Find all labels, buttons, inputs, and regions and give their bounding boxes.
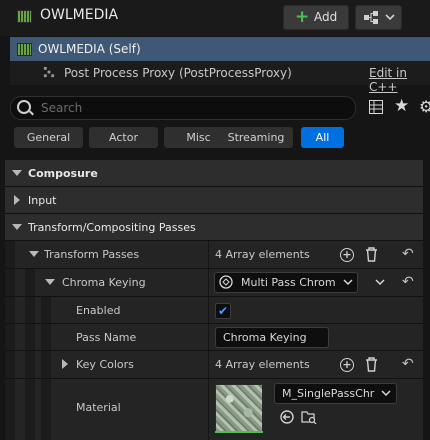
filter-general[interactable]: General	[14, 127, 83, 148]
chevron-down-icon[interactable]	[375, 279, 385, 287]
property-label: Key Colors	[76, 358, 134, 371]
search-input[interactable]	[39, 99, 343, 117]
material-dropdown[interactable]: M_SinglePassChr	[274, 383, 397, 404]
indent-guide	[41, 379, 51, 440]
indent-guide	[5, 324, 15, 350]
trash-icon[interactable]	[365, 357, 378, 372]
reset-arrow-icon[interactable]: ↶	[402, 356, 414, 372]
add-button-label: Add	[314, 10, 338, 24]
gear-icon[interactable]: ⚙	[419, 97, 430, 116]
category-label: Transform/Compositing Passes	[28, 221, 196, 234]
indent-guide	[41, 297, 51, 323]
column-divider[interactable]	[208, 241, 209, 268]
filter-all[interactable]: All	[301, 127, 344, 148]
column-divider[interactable]	[208, 379, 209, 440]
property-material: Material M_SinglePassChr	[5, 379, 423, 440]
column-divider[interactable]	[208, 324, 209, 350]
post-process-icon	[43, 66, 55, 78]
category-label: Input	[28, 194, 57, 207]
array-count: 4 Array elements	[215, 358, 310, 371]
chevron-down-icon[interactable]	[45, 279, 55, 287]
reset-arrow-icon[interactable]: ↶	[402, 246, 414, 262]
indent-guide	[5, 379, 15, 440]
indent-guide	[25, 269, 35, 296]
property-key-colors: Key Colors 4 Array elements + ↶	[5, 351, 423, 379]
tree-item-label: Post Process Proxy (PostProcessProxy)	[64, 66, 292, 80]
category-label: Composure	[28, 167, 98, 180]
pass-class-dropdown[interactable]: Multi Pass Chrom	[214, 272, 358, 293]
table-view-icon[interactable]	[369, 100, 383, 114]
column-divider[interactable]	[208, 351, 209, 378]
edit-in-cpp-link[interactable]: Edit in C++	[369, 66, 430, 94]
indent-guide	[25, 379, 35, 440]
asset-type-bar	[215, 431, 263, 433]
dropdown-value: Multi Pass Chrom	[241, 276, 336, 289]
property-label: Enabled	[76, 304, 121, 317]
property-label: Pass Name	[76, 331, 137, 344]
star-icon[interactable]: ★	[394, 96, 409, 116]
browse-folder-icon[interactable]	[301, 410, 317, 424]
page-title: OWLMEDIA	[40, 7, 119, 23]
asset-class-icon	[219, 275, 233, 289]
reset-arrow-icon[interactable]: ↶	[402, 274, 414, 290]
add-button[interactable]: + Add	[283, 5, 349, 30]
indent-guide	[25, 351, 35, 378]
plus-icon: +	[295, 7, 310, 27]
use-selected-icon[interactable]	[280, 410, 294, 424]
property-transform-passes: Transform Passes 4 Array elements + ↶	[5, 241, 423, 269]
indent-guide	[5, 297, 15, 323]
film-icon	[17, 10, 32, 23]
chevron-down-icon	[381, 390, 391, 397]
pass-name-value: Chroma Keying	[223, 331, 307, 344]
dropdown-value: M_SinglePassChr	[282, 387, 375, 400]
tree-item-self[interactable]: OWLMEDIA (Self)	[10, 37, 430, 61]
indent-guide	[41, 324, 51, 350]
chevron-down-icon	[12, 170, 22, 176]
column-divider[interactable]	[208, 269, 209, 296]
search-box[interactable]	[10, 96, 356, 120]
indent-guide	[25, 297, 35, 323]
chevron-right-icon[interactable]	[62, 359, 70, 369]
chevron-down-icon	[385, 14, 395, 21]
indent-guide	[5, 351, 15, 378]
category-composure[interactable]: Composure	[5, 160, 423, 187]
category-transform-compositing[interactable]: Transform/Compositing Passes	[5, 214, 423, 241]
property-label: Transform Passes	[44, 248, 140, 261]
blueprint-button[interactable]	[355, 5, 402, 30]
tree-item-self-label: OWLMEDIA (Self)	[38, 42, 141, 56]
indent-guide	[25, 324, 35, 350]
property-pass-name: Pass Name Chroma Keying	[5, 324, 423, 351]
property-label: Chroma Keying	[62, 276, 146, 289]
film-icon	[17, 43, 32, 56]
pass-name-input[interactable]: Chroma Keying	[215, 327, 329, 348]
filter-actor[interactable]: Actor	[89, 127, 158, 148]
indent-guide	[5, 241, 15, 268]
array-count: 4 Array elements	[215, 248, 310, 261]
indent-guide	[5, 269, 15, 296]
chevron-right-icon	[14, 195, 20, 205]
filter-streaming[interactable]: Streaming	[219, 127, 293, 148]
column-divider[interactable]	[208, 297, 209, 323]
search-icon	[17, 100, 31, 114]
add-element-icon[interactable]: +	[340, 248, 354, 262]
tree-item-post-process-proxy[interactable]: Post Process Proxy (PostProcessProxy) Ed…	[10, 61, 430, 94]
material-thumbnail[interactable]	[215, 384, 263, 432]
trash-icon[interactable]	[365, 247, 378, 262]
indent-guide	[41, 351, 51, 378]
category-input[interactable]: Input	[5, 187, 423, 214]
property-chroma-keying: Chroma Keying Multi Pass Chrom ↶	[5, 269, 423, 297]
add-element-icon[interactable]: +	[340, 358, 354, 372]
property-enabled: Enabled ✔	[5, 297, 423, 324]
chevron-down-icon	[12, 224, 22, 230]
chevron-down-icon[interactable]	[29, 251, 39, 259]
chevron-down-icon	[343, 279, 353, 286]
enabled-checkbox[interactable]: ✔	[215, 303, 231, 319]
property-label: Material	[76, 401, 121, 414]
